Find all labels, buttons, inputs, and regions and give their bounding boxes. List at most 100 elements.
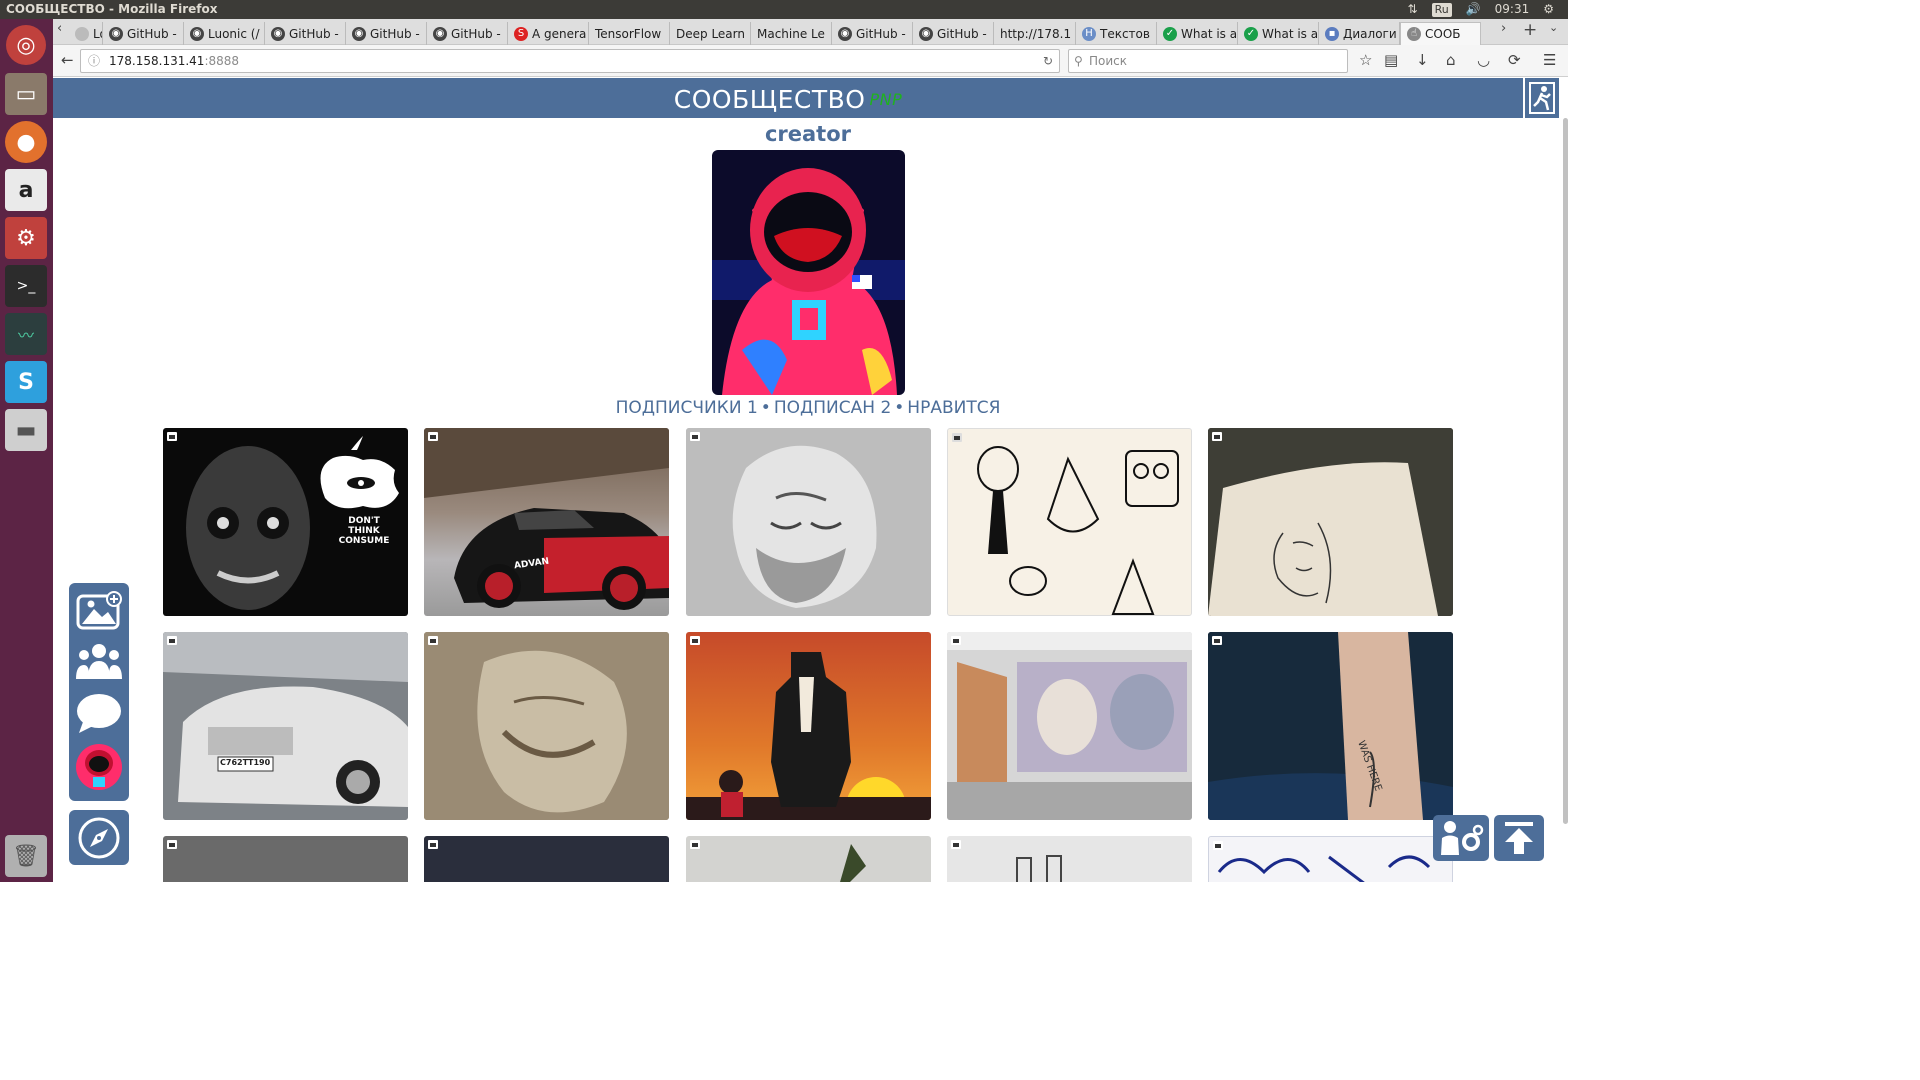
tab-label: Диалоги <box>1343 26 1397 41</box>
post-tile-pencil-sculpture[interactable] <box>686 428 931 616</box>
search-icon: ⚲ <box>1074 54 1083 68</box>
browser-tab[interactable]: ◉ GitHub - <box>103 22 184 45</box>
s-icon: S <box>514 26 528 41</box>
post-tile-wolverine[interactable] <box>686 632 931 820</box>
add-photo-button[interactable] <box>74 587 124 635</box>
trash-icon[interactable]: 🗑 <box>5 835 47 877</box>
browser-tab[interactable]: Deep Learn <box>670 22 751 45</box>
system-settings-icon[interactable]: ⚙ <box>5 217 47 259</box>
tabs-scroll-right-icon[interactable]: › <box>1501 21 1506 36</box>
reload-icon[interactable]: ↻ <box>1043 50 1053 72</box>
firefox-icon[interactable]: ● <box>5 121 47 163</box>
post-type-icon <box>167 432 177 441</box>
browser-tab[interactable]: ✓ What is a <box>1157 22 1238 45</box>
post-type-icon <box>1212 432 1222 441</box>
browser-tab[interactable]: ☝ СООБ <box>1400 22 1481 45</box>
github-icon: ◉ <box>271 26 285 41</box>
post-type-icon <box>690 840 700 849</box>
browser-tab[interactable]: H Текстов <box>1076 22 1157 45</box>
page-scrollbar[interactable] <box>1563 118 1568 824</box>
browser-nav-bar: ← ⓘ 178.158.131.41:8888 ↻ ⚲ Поиск ☆ ▤ ↓ … <box>53 45 1568 77</box>
skype-icon[interactable]: S <box>5 361 47 403</box>
likes-link[interactable]: НРАВИТСЯ <box>907 398 1000 418</box>
compass-icon <box>78 817 120 858</box>
beta-badge: PNP <box>869 90 903 109</box>
user-settings-icon <box>1441 821 1484 855</box>
browser-tab[interactable]: Machine Le <box>751 22 832 45</box>
explore-button[interactable] <box>69 810 129 865</box>
scroll-to-top-button[interactable] <box>1494 815 1544 861</box>
tab-list-icon[interactable]: ⌄ <box>1549 21 1558 34</box>
files-icon[interactable]: ▭ <box>5 73 47 115</box>
site-info-icon[interactable]: ⓘ <box>88 50 100 72</box>
post-tile-green-object[interactable] <box>686 836 931 882</box>
browser-tab[interactable]: ◉ Luonic (/ <box>184 22 265 45</box>
disk-icon[interactable]: ▬ <box>5 409 47 451</box>
post-tile-dark-doorway[interactable] <box>424 836 669 882</box>
profile-avatar <box>712 150 905 395</box>
messages-button[interactable] <box>74 689 124 737</box>
post-tile-car-interior[interactable] <box>163 836 408 882</box>
logout-button[interactable] <box>1525 78 1559 118</box>
network-icon[interactable]: ⇅ <box>1408 0 1418 19</box>
browser-tab[interactable]: ✓ What is a <box>1238 22 1319 45</box>
browser-tab[interactable]: Lonc <box>69 22 103 45</box>
post-tile-arm-tattoo[interactable]: WAS HERE <box>1208 632 1453 820</box>
system-monitor-icon[interactable]: 〰 <box>5 313 47 355</box>
following-link[interactable]: ПОДПИСАН 2 <box>774 398 891 418</box>
vk-icon: ▪ <box>1325 26 1339 41</box>
tabs-scroll-left-icon[interactable]: ‹ <box>57 21 62 36</box>
post-type-icon <box>428 636 438 645</box>
site-brand[interactable]: СООБЩЕСТВО <box>674 85 866 114</box>
tab-label: http://178.1 <box>1000 26 1072 41</box>
home-icon[interactable]: ⌂ <box>1446 51 1456 69</box>
browser-tab[interactable]: http://178.1 <box>994 22 1076 45</box>
menu-icon[interactable]: ☰ <box>1543 51 1556 69</box>
browser-tab[interactable]: ◉ GitHub - <box>832 22 913 45</box>
tab-label: What is a <box>1262 26 1319 41</box>
browser-tab[interactable]: ◉ GitHub - <box>427 22 508 45</box>
url-port: :8888 <box>204 54 240 68</box>
browser-tab[interactable]: ◉ GitHub - <box>913 22 994 45</box>
ubuntu-launcher: ◎ ▭ ● a ⚙ >_ 〰 S ▬ 🗑 <box>0 19 53 882</box>
browser-tab[interactable]: ▪ Диалоги <box>1319 22 1400 45</box>
search-input[interactable]: ⚲ Поиск <box>1068 49 1348 73</box>
url-bar[interactable]: ⓘ 178.158.131.41:8888 ↻ <box>80 49 1060 73</box>
browser-tab[interactable]: S A genera <box>508 22 589 45</box>
downloads-icon[interactable]: ↓ <box>1416 51 1429 69</box>
power-icon[interactable]: ⚙ <box>1543 0 1554 19</box>
browser-tab[interactable]: ◉ GitHub - <box>346 22 427 45</box>
post-tile-sepia-sculpture[interactable] <box>424 632 669 820</box>
new-tab-icon[interactable]: + <box>1523 20 1537 40</box>
post-tile-skull-apple[interactable]: DON'T THINK CONSUME <box>163 428 408 616</box>
browser-tab[interactable]: TensorFlow <box>589 22 670 45</box>
back-icon[interactable]: ← <box>61 51 74 69</box>
post-tile-sports-car[interactable]: ADVAN <box>424 428 669 616</box>
post-type-icon <box>690 636 700 645</box>
community-button[interactable] <box>74 637 124 685</box>
browser-tab[interactable]: ◉ GitHub - <box>265 22 346 45</box>
profile-settings-button[interactable] <box>1433 815 1489 861</box>
post-tile-mercedes[interactable]: С762ТТ190 <box>163 632 408 820</box>
post-tile-sketchbook[interactable] <box>1208 428 1453 616</box>
ubuntu-dash-icon[interactable]: ◎ <box>6 25 46 65</box>
post-tile-doodle[interactable] <box>1208 836 1453 882</box>
reading-list-icon[interactable]: ▤ <box>1384 51 1398 69</box>
clock[interactable]: 09:31 <box>1495 0 1530 19</box>
post-tile-sketch-objects[interactable] <box>947 836 1192 882</box>
post-caption: DON'T THINK CONSUME <box>338 516 390 546</box>
post-tile-gallery-mural[interactable] <box>947 632 1192 820</box>
my-profile-button[interactable] <box>74 743 124 791</box>
amazon-icon[interactable]: a <box>5 169 47 211</box>
partial-tab-icon <box>75 26 89 41</box>
profile-stats: ПОДПИСЧИКИ 1 • ПОДПИСАН 2 • НРАВИТСЯ <box>53 398 1563 418</box>
post-tile-cartoon-sketches[interactable] <box>947 428 1192 616</box>
followers-link[interactable]: ПОДПИСЧИКИ 1 <box>616 398 758 418</box>
bookmark-star-icon[interactable]: ☆ <box>1359 51 1372 69</box>
terminal-icon[interactable]: >_ <box>5 265 47 307</box>
sync-icon[interactable]: ⟳ <box>1508 51 1521 69</box>
volume-icon[interactable]: 🔊 <box>1466 0 1481 19</box>
users-icon <box>76 644 122 679</box>
keyboard-layout-indicator[interactable]: Ru <box>1431 2 1452 17</box>
pocket-icon[interactable]: ◡ <box>1477 51 1490 69</box>
